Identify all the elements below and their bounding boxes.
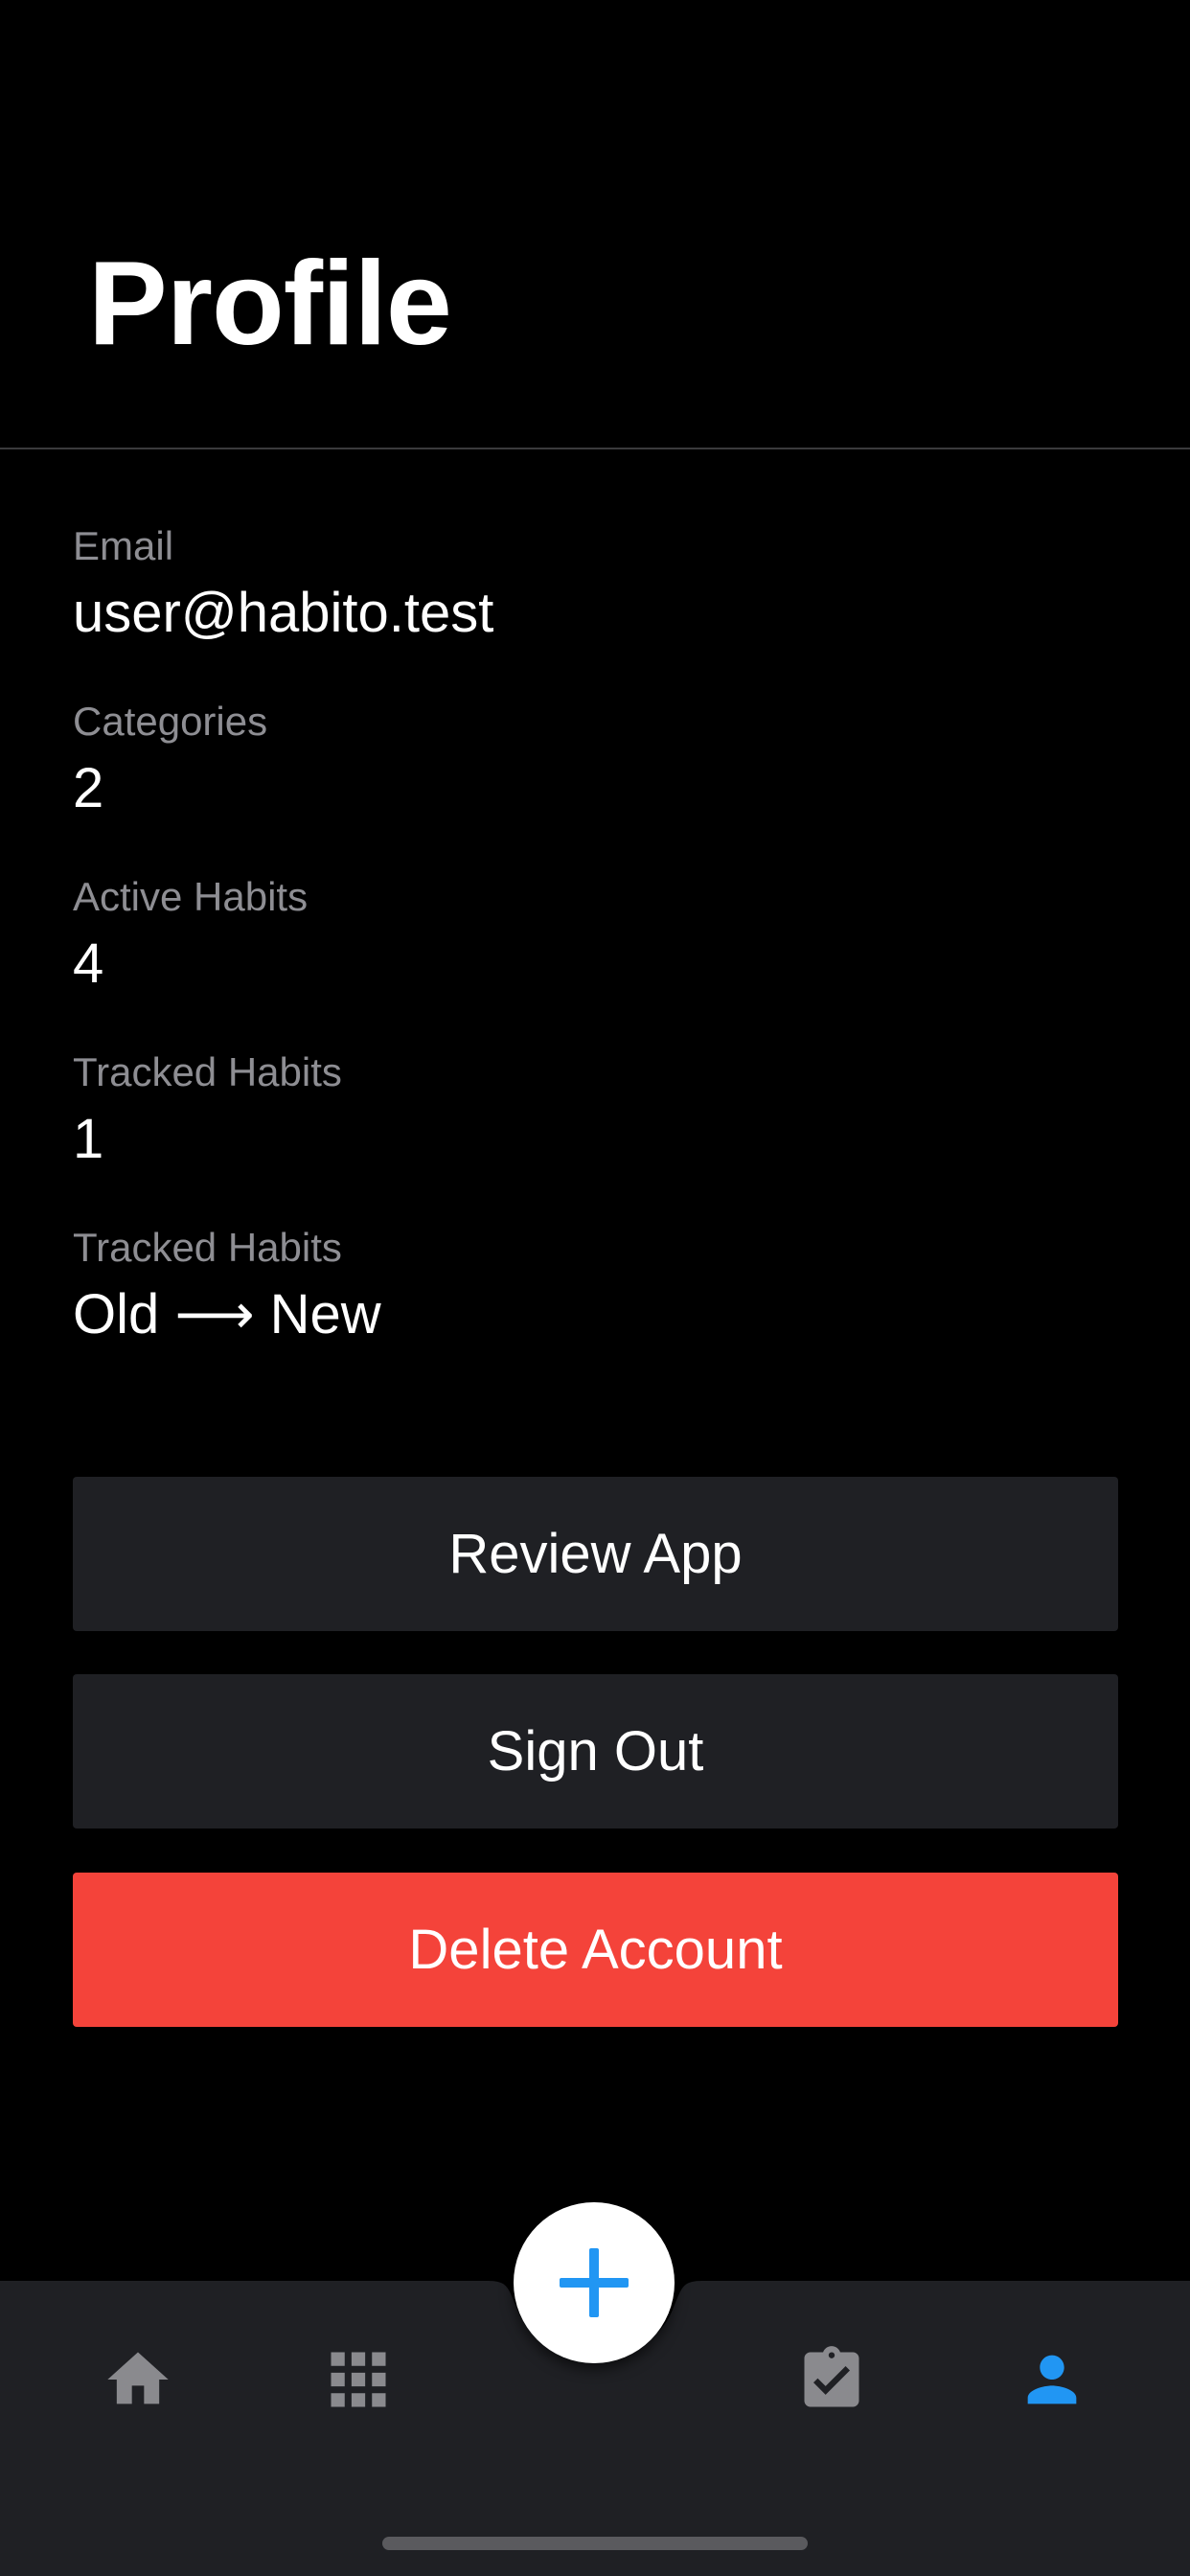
add-habit-button[interactable] — [514, 2202, 675, 2363]
grid-icon[interactable] — [322, 2343, 395, 2416]
info-label: Tracked Habits — [73, 1225, 342, 1270]
info-value: 2 — [73, 757, 104, 819]
header-divider — [0, 448, 1190, 449]
delete-account-button[interactable]: Delete Account — [73, 1873, 1118, 2027]
profile-screen: Profile Email user@habito.test Categorie… — [0, 0, 1190, 2576]
profile-info: Email user@habito.test Categories 2 Acti… — [73, 518, 1127, 1394]
info-label: Tracked Habits — [73, 1049, 342, 1094]
info-label: Email — [73, 523, 174, 568]
info-label: Categories — [73, 699, 268, 744]
plus-icon — [560, 2248, 629, 2317]
info-row-active-habits: Active Habits 4 — [73, 868, 1127, 1044]
info-value: user@habito.test — [73, 582, 494, 644]
info-value: 4 — [73, 932, 104, 995]
home-icon[interactable] — [102, 2343, 174, 2416]
person-icon[interactable] — [1016, 2343, 1088, 2416]
home-indicator — [382, 2537, 808, 2550]
info-row-categories: Categories 2 — [73, 693, 1127, 868]
header: Profile — [0, 0, 1190, 448]
info-value: Old ⟶ New — [73, 1283, 381, 1346]
info-row-email: Email user@habito.test — [73, 518, 1127, 693]
info-label: Active Habits — [73, 874, 309, 919]
page-title: Profile — [88, 238, 452, 370]
review-app-button[interactable]: Review App — [73, 1477, 1118, 1631]
info-value: 1 — [73, 1108, 104, 1170]
sign-out-button[interactable]: Sign Out — [73, 1674, 1118, 1828]
clipboard-check-icon[interactable] — [795, 2343, 868, 2416]
info-row-tracked-habits-change: Tracked Habits Old ⟶ New — [73, 1219, 1127, 1394]
info-row-tracked-habits: Tracked Habits 1 — [73, 1044, 1127, 1219]
